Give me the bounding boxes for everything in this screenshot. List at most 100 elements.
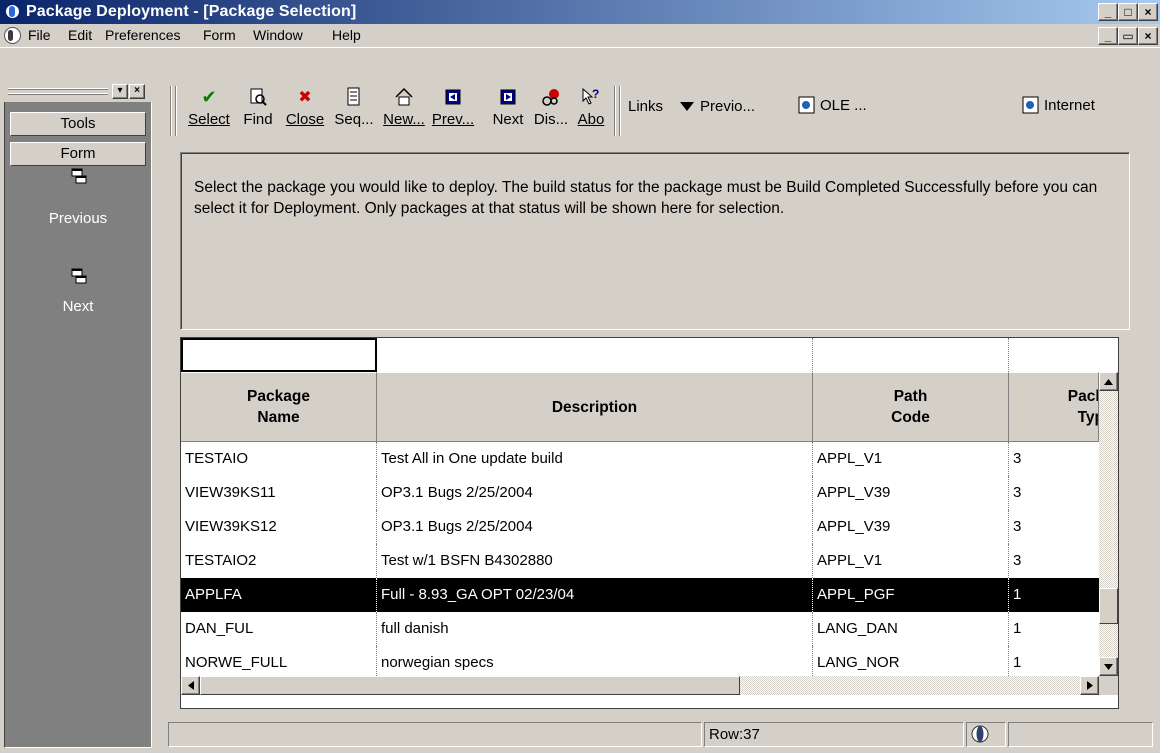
column-header-text: Typ: [1077, 409, 1098, 426]
display-button[interactable]: Dis...: [530, 86, 572, 128]
scroll-down-button[interactable]: [1099, 657, 1118, 676]
scroll-up-button[interactable]: [1099, 372, 1118, 391]
horizontal-scroll-thumb[interactable]: [200, 676, 740, 695]
exit-bar-grip[interactable]: [8, 88, 108, 90]
table-row[interactable]: DAN_FUL full danish LANG_DAN 1: [181, 612, 1099, 646]
cell-path-code: APPL_V39: [813, 510, 1009, 544]
inner-close-button[interactable]: ×: [1138, 27, 1158, 45]
cell-package-name: TESTAIO2: [181, 544, 377, 578]
links-label: Links: [628, 98, 664, 115]
window-stack-icon: [71, 268, 87, 284]
cell-description: Test w/1 BSFN B4302880: [377, 544, 813, 578]
column-header-package-type[interactable]: Pack Typ: [1009, 372, 1099, 442]
sequence-button-label: Seq...: [334, 111, 374, 128]
select-button-label: Select: [188, 111, 230, 128]
cell-description: Test All in One update build: [377, 442, 813, 476]
column-header-text: Pack: [1067, 388, 1098, 405]
table-row[interactable]: VIEW39KS11 OP3.1 Bugs 2/25/2004 APPL_V39 3: [181, 476, 1099, 510]
select-button[interactable]: ✔ Select: [184, 86, 234, 129]
table-row[interactable]: VIEW39KS12 OP3.1 Bugs 2/25/2004 APPL_V39 3: [181, 510, 1099, 544]
close-button[interactable]: ✖ Close: [281, 86, 329, 128]
scroll-left-button[interactable]: [181, 676, 200, 695]
exit-bar-dock-button[interactable]: ▾: [112, 84, 128, 99]
close-window-button[interactable]: ×: [1138, 3, 1158, 21]
vertical-scrollbar[interactable]: [1099, 372, 1118, 676]
new-button-label: New...: [383, 111, 425, 128]
instruction-text: Select the package you would like to dep…: [194, 179, 1098, 217]
cell-package-type: 1: [1013, 654, 1022, 671]
arrow-down-icon: [1104, 663, 1113, 670]
ole-link-label: OLE ...: [820, 96, 867, 114]
table-row[interactable]: NORWE_FULL norwegian specs LANG_NOR 1: [181, 646, 1099, 676]
document-system-icon[interactable]: [4, 27, 21, 44]
inner-minimize-button[interactable]: _: [1098, 27, 1118, 45]
menu-bar: File Edit Preferences Form Window Help _…: [0, 24, 1160, 48]
column-header-description[interactable]: Description: [377, 372, 813, 442]
previous-link[interactable]: Previo...: [680, 98, 755, 115]
cell-package-type: 3: [1013, 450, 1022, 467]
previous-link-label: Previo...: [700, 98, 756, 115]
toolbar-separator: [614, 86, 616, 136]
menu-help[interactable]: Help: [332, 27, 361, 43]
arrow-right-icon: [1086, 681, 1093, 690]
menu-form[interactable]: Form: [203, 27, 236, 43]
menu-file[interactable]: File: [28, 27, 51, 43]
table-row[interactable]: TESTAIO Test All in One update build APPL_…: [181, 442, 1099, 476]
next-button[interactable]: Next: [488, 86, 528, 128]
tab-form[interactable]: Form: [10, 142, 146, 166]
close-icon: ✖: [298, 89, 312, 106]
find-button[interactable]: Find: [238, 86, 278, 128]
column-header-package-name[interactable]: Package Name: [181, 372, 377, 442]
new-button[interactable]: New...: [380, 86, 428, 128]
cell-description: OP3.1 Bugs 2/25/2004: [377, 476, 813, 510]
package-grid: Package Name Description Path Code Pack Typ…: [180, 337, 1119, 709]
menu-preferences[interactable]: Preferences: [105, 27, 180, 43]
column-header-text: Path: [893, 388, 928, 405]
cell-path-code: APPL_V1: [813, 544, 1009, 578]
table-row[interactable]: TESTAIO2 Test w/1 BSFN B4302880 APPL_V1 3: [181, 544, 1099, 578]
cell-package-type: 1: [1013, 620, 1022, 637]
exit-bar-close-button[interactable]: ×: [129, 84, 145, 99]
status-panel-extra: [1008, 722, 1153, 747]
cell-path-code: APPL_PGF: [813, 578, 1009, 612]
cell-package-name: TESTAIO: [181, 442, 377, 476]
prev-button[interactable]: Prev...: [430, 86, 476, 128]
internet-link[interactable]: Internet: [1022, 96, 1095, 114]
cell-package-type: 3: [1013, 484, 1022, 501]
qbe-package-name-input[interactable]: [181, 338, 377, 372]
close-button-label: Close: [285, 111, 325, 128]
status-row-indicator: Row:37: [704, 722, 964, 747]
exit-next[interactable]: Next: [4, 268, 152, 318]
scroll-right-button[interactable]: [1080, 676, 1099, 695]
ole-link[interactable]: OLE ...: [798, 96, 867, 114]
qbe-description-input[interactable]: [377, 338, 813, 372]
title-bar: Package Deployment - [Package Selection]…: [0, 0, 1160, 24]
maximize-button[interactable]: □: [1118, 3, 1138, 21]
table-row[interactable]: APPLFA Full - 8.93_GA OPT 02/23/04 APPL_PG…: [181, 578, 1099, 612]
qbe-path-code-input[interactable]: [813, 338, 1009, 372]
next-record-icon: [488, 86, 528, 108]
status-globe-panel: [966, 722, 1006, 747]
cell-path-code: LANG_NOR: [813, 646, 1009, 676]
minimize-button[interactable]: _: [1098, 3, 1118, 21]
cell-package-name: DAN_FUL: [181, 612, 377, 646]
window-title: Package Deployment - [Package Selection]: [26, 3, 357, 20]
horizontal-scrollbar[interactable]: [181, 676, 1099, 695]
menu-edit[interactable]: Edit: [68, 27, 92, 43]
tab-tools[interactable]: Tools: [10, 112, 146, 136]
exit-previous[interactable]: Previous: [4, 168, 152, 228]
checkmark-icon: ✔: [201, 86, 217, 107]
menu-window[interactable]: Window: [253, 27, 303, 43]
app-icon[interactable]: [4, 3, 21, 20]
prev-record-icon: [430, 86, 476, 108]
internet-link-label: Internet: [1044, 96, 1095, 114]
inner-restore-button[interactable]: ▭: [1118, 27, 1138, 45]
find-button-label: Find: [243, 111, 273, 128]
qbe-package-type-input[interactable]: [1009, 338, 1099, 372]
sequence-button[interactable]: Seq...: [331, 86, 377, 128]
vertical-scroll-thumb[interactable]: [1099, 588, 1118, 624]
column-header-path-code[interactable]: Path Code: [813, 372, 1009, 442]
about-button[interactable]: ? Abo: [572, 86, 610, 128]
arrow-left-icon: [187, 681, 194, 690]
document-icon: [1022, 96, 1039, 114]
